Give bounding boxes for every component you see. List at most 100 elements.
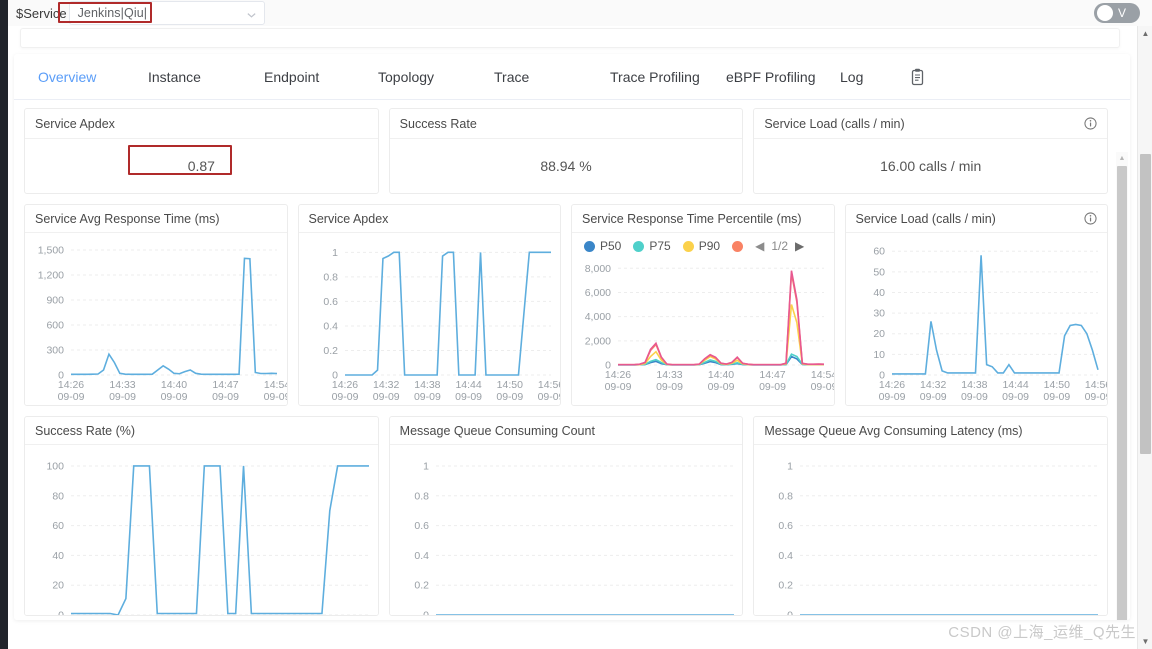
svg-text:0.6: 0.6 — [779, 520, 794, 532]
theme-toggle[interactable]: V — [1094, 3, 1140, 23]
chart-card-service-apdex: Service Apdex 0 0.2 0.4 0.6 0.8 1 14:26 09-09 14:… — [297, 204, 561, 406]
tab-bar: Overview Instance Endpoint Topology Trace Tra… — [14, 54, 1130, 100]
page-scroll-up-icon[interactable]: ▲ — [1138, 26, 1152, 41]
svg-text:900: 900 — [46, 295, 64, 307]
svg-text:14:50: 14:50 — [1043, 379, 1069, 391]
chart-title-bar: Service Load (calls / min) — [845, 205, 1107, 233]
scroll-up-icon[interactable]: ▲ — [1116, 152, 1128, 164]
chart-title: Service Load (calls / min) — [855, 211, 996, 226]
chart-title: Message Queue Consuming Count — [399, 423, 595, 438]
legend-label: P50 — [600, 239, 622, 253]
svg-text:09-09: 09-09 — [537, 391, 560, 403]
legend-item-p50[interactable]: P50 — [584, 239, 621, 253]
kpi-value: 0.87 — [187, 158, 215, 174]
content-scrollbar-thumb[interactable] — [1117, 166, 1127, 620]
svg-text:14:50: 14:50 — [496, 379, 522, 391]
tab-topology[interactable]: Topology — [378, 69, 494, 85]
svg-text:14:47: 14:47 — [212, 379, 238, 391]
service-filter-label: $Service — [16, 5, 67, 21]
svg-text:0.8: 0.8 — [779, 490, 794, 502]
svg-text:09-09: 09-09 — [109, 391, 136, 403]
svg-text:300: 300 — [46, 345, 64, 357]
chart-plot-area[interactable]: 0 300 600 900 1,200 1,500 14:26 09-09 14:33 09-09… — [25, 233, 287, 405]
chart-title: Message Queue Avg Consuming Latency (ms) — [764, 423, 1023, 438]
legend-page-number: 1/2 — [771, 239, 788, 253]
chevron-down-icon[interactable] — [246, 8, 257, 19]
service-select[interactable]: Jenkins|Qiu| — [68, 1, 265, 25]
svg-text:09-09: 09-09 — [960, 391, 987, 403]
legend-item-p75[interactable]: P75 — [633, 239, 671, 253]
chart-plot-area[interactable]: 0 0.2 0.4 0.6 0.8 1 14:26 09-09 14:32 09-09 14:38 0… — [298, 233, 560, 405]
chart-plot-area[interactable]: 00.20.40.60.8114:2609-0914:3109-0914:360… — [754, 445, 1108, 615]
legend-item-p90[interactable]: P90 — [682, 239, 721, 253]
legend-next-icon[interactable]: ▶ — [795, 239, 804, 253]
svg-text:40: 40 — [52, 550, 64, 562]
chart-card-service-avg-response-time: Service Avg Response Time (ms) 0 300 600 900… — [24, 204, 288, 406]
svg-text:14:32: 14:32 — [920, 379, 946, 391]
tab-log[interactable]: Log — [840, 69, 910, 85]
chart-plot-area[interactable]: P50 P75 P90 ◀ 1/2 ▶ 0 2,000 4,000 6,000 8,000 14:26… — [572, 233, 834, 405]
kpi-card-service-load-calls-min: Service Load (calls / min) 16.00 calls / … — [753, 108, 1109, 194]
service-filter-bar: $Service Jenkins|Qiu| V — [8, 0, 1152, 26]
kpi-header: Success Rate — [389, 109, 743, 139]
svg-text:1,500: 1,500 — [38, 245, 64, 257]
svg-text:09-09: 09-09 — [1043, 391, 1070, 403]
chart-title-bar: Service Avg Response Time (ms) — [25, 205, 287, 233]
info-circle-icon[interactable] — [1084, 212, 1097, 225]
svg-text:09-09: 09-09 — [496, 391, 523, 403]
tab-trace[interactable]: Trace — [494, 69, 610, 85]
watermark: CSDN @上海_运维_Q先生 — [948, 624, 1136, 641]
svg-text:09-09: 09-09 — [656, 381, 683, 393]
tab-endpoint[interactable]: Endpoint — [264, 69, 378, 85]
top-panel — [20, 28, 1120, 48]
svg-text:0: 0 — [58, 610, 64, 617]
chart-title-bar: Success Rate (%) — [25, 417, 378, 445]
chart-plot-area[interactable]: 00.20.40.60.8114:2609-0914:3109-0914:360… — [389, 445, 743, 615]
kpi-header: Service Apdex — [25, 109, 378, 139]
svg-text:0.8: 0.8 — [414, 490, 429, 502]
service-select-value: Jenkins|Qiu| — [77, 6, 148, 20]
legend-prev-icon[interactable]: ◀ — [755, 239, 764, 253]
svg-text:40: 40 — [873, 287, 885, 299]
legend-label: P90 — [698, 239, 721, 253]
svg-text:09-09: 09-09 — [264, 391, 287, 403]
page-scrollbar[interactable]: ▲ ▼ — [1137, 26, 1152, 649]
legend-color-swatch — [633, 240, 645, 252]
svg-text:14:56: 14:56 — [537, 379, 560, 391]
svg-text:0.6: 0.6 — [414, 520, 429, 532]
chart-title-bar: Message Queue Consuming Count — [389, 417, 743, 445]
tab-trace-profiling[interactable]: Trace Profiling — [610, 69, 726, 85]
svg-text:14:33: 14:33 — [109, 379, 135, 391]
chart-plot-area[interactable]: 02040608010014:2609-0914:3109-0914:3609-… — [25, 445, 378, 615]
kpi-value: 16.00 calls / min — [880, 158, 982, 174]
tab-overview[interactable]: Overview — [38, 69, 148, 85]
chart-plot-area[interactable]: 0 10 20 30 40 50 60 14:26 09-09 14:32 09-09 14:38 09… — [845, 233, 1107, 405]
svg-text:14:40: 14:40 — [708, 369, 734, 381]
chart-title: Service Apdex — [308, 211, 389, 226]
svg-text:14:54: 14:54 — [264, 379, 287, 391]
info-circle-icon[interactable] — [1084, 117, 1097, 130]
svg-text:0.4: 0.4 — [779, 550, 794, 562]
svg-text:60: 60 — [52, 520, 64, 532]
tab-ebpf-profiling[interactable]: eBPF Profiling — [726, 69, 840, 85]
chart-title-bar: Service Apdex — [298, 205, 560, 233]
svg-text:0.8: 0.8 — [323, 271, 338, 283]
svg-text:14:26: 14:26 — [605, 369, 631, 381]
toggle-knob — [1097, 5, 1113, 21]
content-scrollbar[interactable]: ▲ — [1116, 152, 1128, 620]
chart-card-message-queue-avg-consuming-latency: Message Queue Avg Consuming Latency (ms)… — [753, 416, 1109, 616]
svg-text:09-09: 09-09 — [1084, 391, 1107, 403]
chart-title: Service Avg Response Time (ms) — [35, 211, 220, 226]
page-scroll-down-icon[interactable]: ▼ — [1138, 634, 1152, 649]
clipboard-icon[interactable] — [910, 68, 925, 86]
toggle-label: V — [1118, 6, 1127, 20]
svg-text:14:56: 14:56 — [1084, 379, 1107, 391]
tab-instance[interactable]: Instance — [148, 69, 264, 85]
kpi-title: Success Rate — [399, 116, 477, 131]
kpi-body: 16.00 calls / min — [754, 139, 1107, 193]
page-scrollbar-thumb[interactable] — [1140, 154, 1151, 454]
legend-item-p95[interactable] — [732, 240, 744, 252]
svg-text:100: 100 — [46, 460, 64, 472]
svg-text:80: 80 — [52, 490, 64, 502]
app-root: $Service Jenkins|Qiu| V Overview Instance… — [0, 0, 1152, 649]
